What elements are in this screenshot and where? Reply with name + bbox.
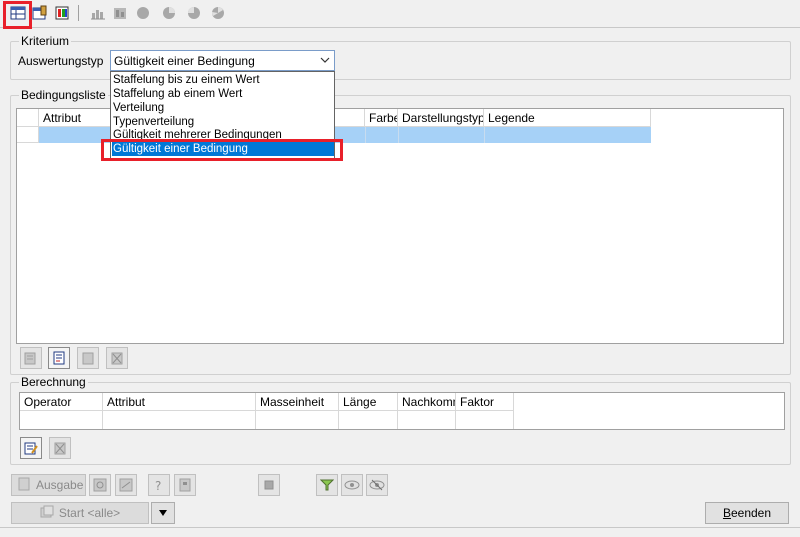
bedingungsliste-label: Bedingungsliste	[19, 88, 108, 102]
column-header-faktor[interactable]: Faktor	[456, 393, 514, 411]
cell-divider	[365, 127, 366, 143]
beenden-button[interactable]: Beenden	[705, 502, 789, 524]
delete-calculation-button[interactable]	[49, 437, 71, 459]
column-header-laenge[interactable]: Länge	[339, 393, 398, 411]
segmented-chart-icon[interactable]	[209, 4, 227, 22]
dropdown-option[interactable]: Typenverteilung	[112, 115, 334, 129]
column-header-legende[interactable]: Legende	[484, 109, 651, 127]
cell-divider	[255, 411, 256, 429]
start-icon	[40, 505, 54, 522]
row-header[interactable]	[17, 127, 39, 143]
toolbar-separator	[78, 5, 79, 21]
chevron-down-icon[interactable]	[320, 54, 330, 69]
cell-divider	[455, 411, 456, 429]
pie-chart-icon[interactable]	[160, 4, 178, 22]
donut-chart-icon[interactable]	[185, 4, 203, 22]
bar-chart-icon[interactable]	[89, 4, 107, 22]
start-dropdown-button[interactable]	[151, 502, 175, 524]
start-button[interactable]: Start <alle>	[11, 502, 149, 524]
ausgabe-button[interactable]: Ausgabe	[11, 474, 86, 496]
color-table-icon[interactable]	[53, 4, 71, 22]
table-edit-icon[interactable]	[31, 4, 49, 22]
triangle-down-icon	[158, 506, 168, 520]
kriterium-label: Kriterium	[19, 34, 72, 48]
main-toolbar	[0, 0, 800, 28]
circle-chart-icon[interactable]	[134, 4, 152, 22]
layout-button[interactable]	[115, 474, 137, 496]
document-icon	[18, 477, 30, 494]
column-header-nachkomm[interactable]: Nachkomm	[398, 393, 456, 411]
auswertungstyp-combobox[interactable]: Gültigkeit einer Bedingung	[110, 50, 335, 71]
edit-calculation-button[interactable]	[20, 437, 42, 459]
cell-divider	[484, 127, 485, 143]
print-preview-button[interactable]	[89, 474, 111, 496]
cell-divider	[102, 411, 103, 429]
copy-condition-button[interactable]	[77, 347, 99, 369]
stacked-chart-icon[interactable]	[111, 4, 129, 22]
stop-button[interactable]	[258, 474, 280, 496]
dropdown-option[interactable]: Verteilung	[112, 101, 334, 115]
cell-divider	[397, 411, 398, 429]
svg-text:?: ?	[155, 479, 161, 492]
delete-condition-button[interactable]	[106, 347, 128, 369]
filter-icon[interactable]	[316, 474, 338, 496]
column-header-attribut[interactable]: Attribut	[103, 393, 256, 411]
berechnung-table[interactable]: Operator Attribut Masseinheit Länge Nach…	[19, 392, 785, 430]
add-condition-button[interactable]	[48, 347, 70, 369]
hide-view-icon[interactable]	[366, 474, 388, 496]
annotation-highlight-option	[101, 139, 343, 161]
cell-divider	[338, 411, 339, 429]
row-header-corner	[17, 109, 39, 127]
ausgabe-label: Ausgabe	[36, 478, 84, 492]
column-header-masseinheit[interactable]: Masseinheit	[256, 393, 339, 411]
column-header-operator[interactable]: Operator	[20, 393, 103, 411]
berechnung-label: Berechnung	[19, 375, 88, 389]
settings-button[interactable]	[174, 474, 196, 496]
table-row[interactable]	[20, 411, 514, 429]
auswertungstyp-label: Auswertungstyp	[18, 54, 104, 68]
dropdown-option[interactable]: Staffelung bis zu einem Wert	[112, 73, 334, 87]
column-header-darstellungstyp[interactable]: Darstellungstyp	[398, 109, 484, 127]
help-filter-button[interactable]: ?	[148, 474, 170, 496]
dropdown-option[interactable]: Staffelung ab einem Wert	[112, 87, 334, 101]
start-label: Start <alle>	[58, 506, 121, 520]
combobox-value: Gültigkeit einer Bedingung	[114, 54, 255, 68]
view-icon[interactable]	[341, 474, 363, 496]
edit-condition-button[interactable]	[20, 347, 42, 369]
beenden-mnemonic: B	[722, 506, 731, 520]
cell-divider	[398, 127, 399, 143]
beenden-label: eenden	[730, 506, 772, 520]
column-header-farbe[interactable]: Farbe	[365, 109, 398, 127]
annotation-highlight-toolbar	[3, 1, 32, 29]
